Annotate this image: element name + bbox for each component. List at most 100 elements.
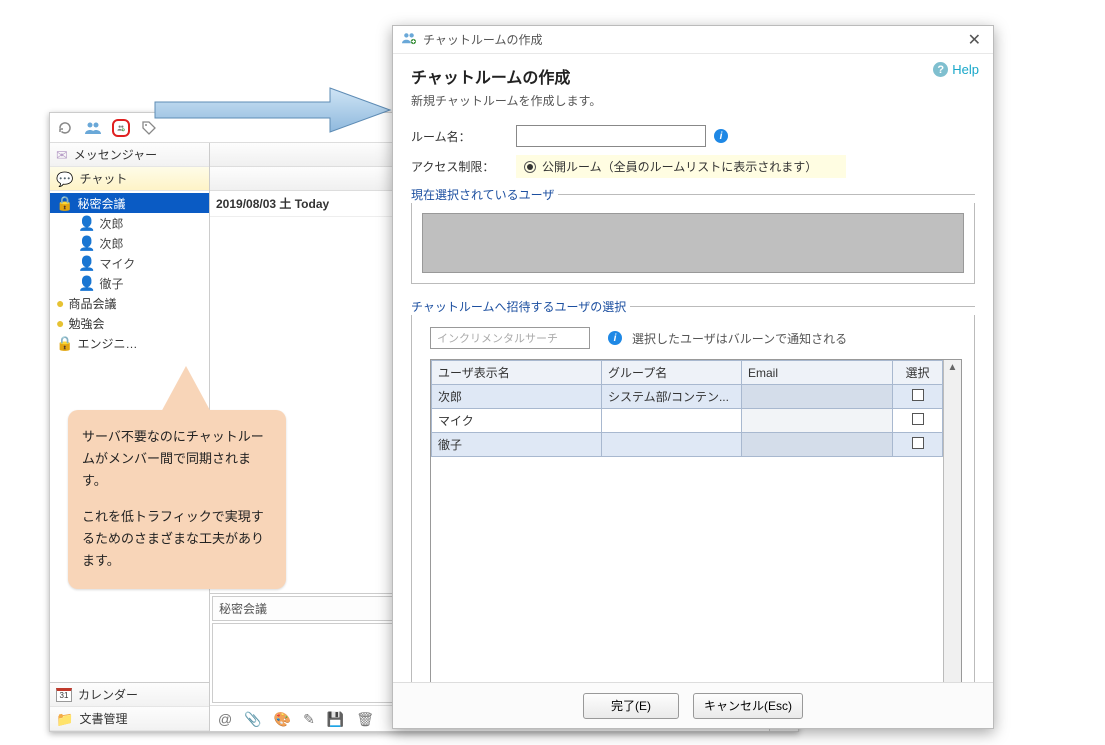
room-label: 秘密会議 bbox=[77, 195, 125, 212]
radio-public-icon bbox=[524, 161, 536, 173]
selected-users-label: 現在選択されているユーザ bbox=[411, 186, 558, 203]
invite-hint: 選択したユーザはバルーンで通知される bbox=[632, 330, 847, 347]
access-value-text: 公開ルーム（全員のルームリストに表示されます） bbox=[542, 158, 817, 175]
dot-icon bbox=[56, 316, 64, 330]
room-item[interactable]: 🔒 エンジニ… bbox=[50, 333, 209, 353]
cell-email bbox=[742, 409, 893, 433]
col-name[interactable]: ユーザ表示名 bbox=[432, 361, 602, 385]
nav-docs[interactable]: 📁 文書管理 bbox=[50, 707, 209, 731]
room-member[interactable]: 👤 徹子 bbox=[50, 273, 209, 293]
attach-icon[interactable]: 📎 bbox=[244, 712, 261, 726]
dot-icon bbox=[56, 296, 64, 310]
room-member[interactable]: 👤 次郎 bbox=[50, 213, 209, 233]
checkbox-icon[interactable] bbox=[912, 437, 924, 449]
member-label: マイク bbox=[99, 255, 135, 272]
room-label: エンジニ… bbox=[77, 335, 137, 352]
lock-icon: 🔒 bbox=[56, 196, 73, 210]
refresh-icon[interactable] bbox=[56, 119, 74, 137]
invite-fieldset: チャットルームへ招待するユーザの選択 bbox=[411, 298, 975, 315]
help-link[interactable]: ? Help bbox=[933, 62, 979, 77]
room-name-input[interactable] bbox=[516, 125, 706, 147]
room-member[interactable]: 👤 マイク bbox=[50, 253, 209, 273]
calendar-icon: 31 bbox=[56, 688, 72, 702]
room-item[interactable]: 勉強会 bbox=[50, 313, 209, 333]
col-select[interactable]: 選択 bbox=[893, 361, 943, 385]
member-label: 次郎 bbox=[99, 215, 123, 232]
dialog-header: チャットルームの作成 新規チャットルームを作成します。 ? Help bbox=[393, 54, 993, 115]
cancel-button[interactable]: キャンセル(Esc) bbox=[693, 693, 803, 719]
room-label: 商品会議 bbox=[68, 295, 116, 312]
create-chatroom-icon[interactable] bbox=[112, 119, 130, 137]
create-chatroom-dialog: チャットルームの作成 ✕ チャットルームの作成 新規チャットルームを作成します。… bbox=[392, 25, 994, 729]
access-label: アクセス制限： bbox=[411, 158, 516, 175]
room-name-label: ルーム名： bbox=[411, 128, 516, 145]
cell-select[interactable] bbox=[893, 433, 943, 457]
member-label: 徹子 bbox=[99, 275, 123, 292]
cell-group bbox=[602, 409, 742, 433]
dialog-footer: 完了(E) キャンセル(Esc) bbox=[393, 682, 993, 728]
dialog-form: ルーム名： i アクセス制限： 公開ルーム（全員のルームリストに表示されます） … bbox=[393, 115, 993, 682]
save-icon[interactable]: 💾 bbox=[327, 712, 344, 726]
nav-docs-label: 文書管理 bbox=[79, 710, 127, 727]
selected-users-box bbox=[422, 213, 964, 273]
folder-icon: 📁 bbox=[56, 712, 73, 726]
table-row bbox=[432, 457, 943, 683]
room-item[interactable]: 🔒 秘密会議 bbox=[50, 193, 209, 213]
cell-select[interactable] bbox=[893, 409, 943, 433]
col-email[interactable]: Email bbox=[742, 361, 893, 385]
chat-icon: 💬 bbox=[56, 172, 73, 186]
user-table: ユーザ表示名 グループ名 Email 選択 次郎 システム部/コンテン... bbox=[431, 360, 943, 682]
col-group[interactable]: グループ名 bbox=[602, 361, 742, 385]
access-row: アクセス制限： 公開ルーム（全員のルームリストに表示されます） bbox=[411, 155, 975, 178]
nav-chat[interactable]: 💬 チャット bbox=[50, 167, 209, 191]
dialog-titlebar: チャットルームの作成 ✕ bbox=[393, 26, 993, 54]
incremental-search-input[interactable]: インクリメンタルサーチ bbox=[430, 327, 590, 349]
info-icon[interactable]: i bbox=[714, 129, 728, 143]
mention-icon[interactable]: @ bbox=[218, 712, 232, 726]
trash-icon[interactable]: 🗑 bbox=[356, 712, 374, 726]
lock-icon: 🔒 bbox=[56, 336, 73, 350]
nav-calendar-label: カレンダー bbox=[78, 686, 138, 703]
table-row[interactable]: 徹子 bbox=[432, 433, 943, 457]
access-value[interactable]: 公開ルーム（全員のルームリストに表示されます） bbox=[516, 155, 846, 178]
info-icon[interactable]: i bbox=[608, 331, 622, 345]
dialog-window-title: チャットルームの作成 bbox=[423, 31, 543, 48]
user-icon: 👤 bbox=[78, 256, 95, 270]
palette-icon[interactable]: 🎨 bbox=[274, 712, 291, 726]
selected-users-fieldset: 現在選択されているユーザ bbox=[411, 186, 975, 203]
room-item[interactable]: 商品会議 bbox=[50, 293, 209, 313]
tag-icon[interactable] bbox=[140, 119, 158, 137]
group-add-icon bbox=[401, 31, 417, 48]
user-icon: 👤 bbox=[78, 276, 95, 290]
scroll-up-icon[interactable]: ▲ bbox=[948, 360, 958, 375]
mail-icon: ✉ bbox=[56, 148, 68, 162]
ok-button[interactable]: 完了(E) bbox=[583, 693, 679, 719]
table-row[interactable]: 次郎 システム部/コンテン... bbox=[432, 385, 943, 409]
edit-icon[interactable]: ✎ bbox=[303, 712, 315, 726]
dialog-subtitle: 新規チャットルームを作成します。 bbox=[411, 92, 975, 109]
table-row[interactable]: マイク bbox=[432, 409, 943, 433]
user-icon: 👤 bbox=[78, 216, 95, 230]
checkbox-icon[interactable] bbox=[912, 413, 924, 425]
help-label: Help bbox=[952, 62, 979, 77]
cell-group bbox=[602, 433, 742, 457]
user-table-wrap: ユーザ表示名 グループ名 Email 選択 次郎 システム部/コンテン... bbox=[430, 359, 962, 682]
cell-select[interactable] bbox=[893, 385, 943, 409]
checkbox-icon[interactable] bbox=[912, 389, 924, 401]
invite-label: チャットルームへ招待するユーザの選択 bbox=[411, 298, 630, 315]
close-icon[interactable]: ✕ bbox=[964, 30, 985, 50]
cell-name: 次郎 bbox=[432, 385, 602, 409]
table-scrollbar[interactable]: ▲ ▼ bbox=[943, 360, 961, 682]
room-member[interactable]: 👤 次郎 bbox=[50, 233, 209, 253]
member-label: 次郎 bbox=[99, 235, 123, 252]
cell-group: システム部/コンテン... bbox=[602, 385, 742, 409]
callout-p2: これを低トラフィックで実現するためのさまざまな工夫があります。 bbox=[82, 506, 272, 572]
nav-calendar[interactable]: 31 カレンダー bbox=[50, 683, 209, 707]
nav-messenger-label: メッセンジャー bbox=[74, 146, 157, 163]
cell-name: 徹子 bbox=[432, 433, 602, 457]
group-icon[interactable] bbox=[84, 119, 102, 137]
user-icon: 👤 bbox=[78, 236, 95, 250]
cell-email bbox=[742, 433, 893, 457]
nav-messenger[interactable]: ✉ メッセンジャー bbox=[50, 143, 209, 167]
nav-chat-label: チャット bbox=[79, 170, 127, 187]
